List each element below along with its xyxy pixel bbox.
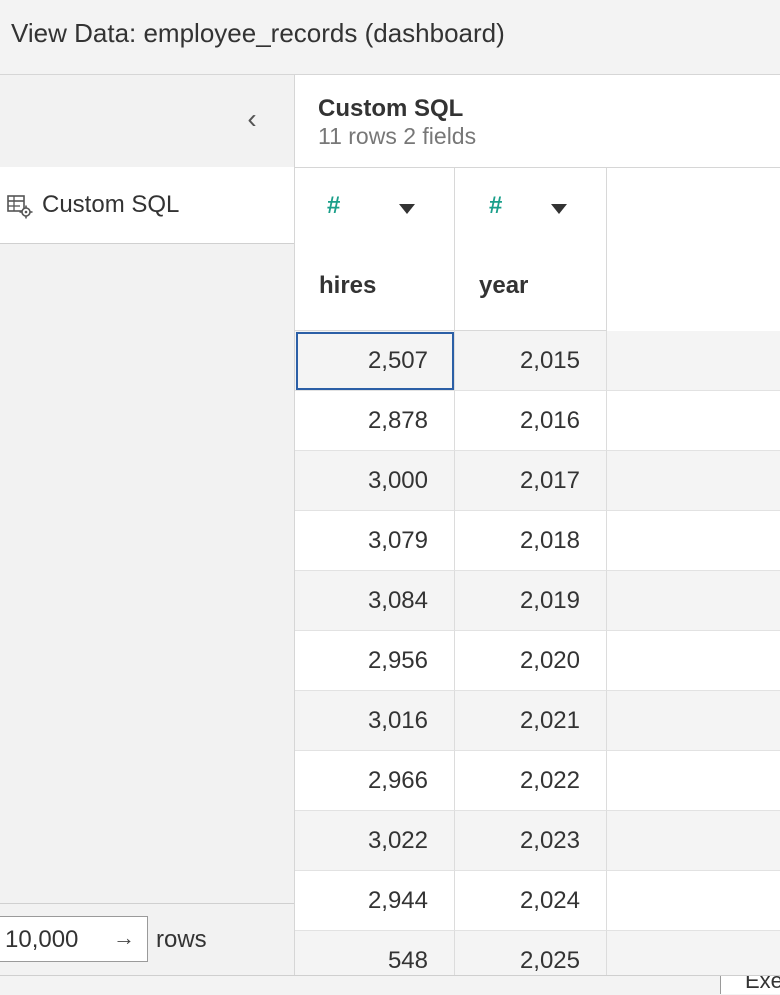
table-cell-empty — [607, 811, 780, 871]
data-source-panel: ‹ Custom SQL 10,000 → rows — [0, 75, 295, 976]
table-row: 2,507 2,015 — [295, 331, 780, 391]
table-cell[interactable]: 2,016 — [455, 391, 607, 451]
table-cell[interactable]: 2,966 — [295, 751, 455, 811]
chevron-left-icon[interactable]: ‹ — [236, 99, 268, 139]
table-cell-empty — [607, 391, 780, 451]
table-cell[interactable]: 2,023 — [455, 811, 607, 871]
export-button[interactable]: Exe — [720, 976, 780, 994]
table-cell[interactable]: 2,025 — [455, 931, 607, 975]
table-row: 3,079 2,018 — [295, 511, 780, 571]
column-header-hires[interactable]: # hires — [295, 168, 455, 331]
table-header: Custom SQL 11 rows 2 fields — [295, 75, 780, 168]
table-row: 3,084 2,019 — [295, 571, 780, 631]
table-cell-empty — [607, 631, 780, 691]
data-grid: 2,507 2,015 2,878 2,016 3,000 2,017 3,07… — [295, 331, 780, 975]
table-cell[interactable]: 3,000 — [295, 451, 455, 511]
number-hash-icon: # — [327, 192, 341, 219]
table-cell-empty — [607, 751, 780, 811]
column-header-year[interactable]: # year — [455, 168, 607, 331]
table-cell-empty — [607, 451, 780, 511]
window-title: View Data: employee_records (dashboard) — [11, 18, 505, 48]
table-cell[interactable]: 3,079 — [295, 511, 455, 571]
table-cell[interactable]: 3,016 — [295, 691, 455, 751]
table-cell-empty — [607, 331, 780, 391]
data-grid-panel: Custom SQL 11 rows 2 fields # hires # ye… — [295, 75, 780, 975]
export-button-label: Exe — [745, 976, 780, 993]
table-cell-empty — [607, 691, 780, 751]
table-row: 548 2,025 — [295, 931, 780, 975]
table-cell-empty — [607, 511, 780, 571]
data-source-item[interactable]: Custom SQL — [0, 167, 294, 244]
table-cell-empty — [607, 931, 780, 975]
table-cell[interactable]: 2,019 — [455, 571, 607, 631]
table-cell[interactable]: 2,017 — [455, 451, 607, 511]
caret-down-icon[interactable] — [551, 204, 567, 214]
table-row: 2,966 2,022 — [295, 751, 780, 811]
row-limit-bar: 10,000 → rows — [0, 903, 294, 976]
arrow-right-icon[interactable]: → — [113, 925, 135, 951]
row-limit-value: 10,000 — [5, 926, 79, 953]
caret-down-icon[interactable] — [399, 204, 415, 214]
title-bar: View Data: employee_records (dashboard) — [0, 0, 780, 75]
table-row: 2,944 2,024 — [295, 871, 780, 931]
table-cell-empty — [607, 871, 780, 931]
column-name: year — [479, 272, 529, 299]
table-cell[interactable]: 2,956 — [295, 631, 455, 691]
row-limit-label: rows — [156, 926, 207, 953]
table-cell[interactable]: 2,507 — [295, 331, 455, 391]
table-cell[interactable]: 548 — [295, 931, 455, 975]
table-cell[interactable]: 2,021 — [455, 691, 607, 751]
table-cell[interactable]: 2,878 — [295, 391, 455, 451]
table-name: Custom SQL — [318, 95, 464, 122]
table-settings-icon — [7, 195, 33, 219]
table-meta: 11 rows 2 fields — [318, 123, 477, 149]
table-cell[interactable]: 2,024 — [455, 871, 607, 931]
table-cell[interactable]: 2,022 — [455, 751, 607, 811]
table-cell[interactable]: 2,015 — [455, 331, 607, 391]
horizontal-scrollbar[interactable] — [0, 975, 780, 995]
row-limit-input[interactable]: 10,000 → — [0, 916, 148, 962]
number-hash-icon: # — [489, 192, 503, 219]
table-cell[interactable]: 2,018 — [455, 511, 607, 571]
table-cell-empty — [607, 571, 780, 631]
table-row: 3,022 2,023 — [295, 811, 780, 871]
table-row: 3,000 2,017 — [295, 451, 780, 511]
data-source-label: Custom SQL — [42, 191, 180, 218]
table-row: 2,956 2,020 — [295, 631, 780, 691]
table-cell[interactable]: 2,944 — [295, 871, 455, 931]
table-row: 3,016 2,021 — [295, 691, 780, 751]
table-cell[interactable]: 2,020 — [455, 631, 607, 691]
table-row: 2,878 2,016 — [295, 391, 780, 451]
table-cell[interactable]: 3,022 — [295, 811, 455, 871]
table-cell[interactable]: 3,084 — [295, 571, 455, 631]
column-name: hires — [319, 272, 377, 299]
